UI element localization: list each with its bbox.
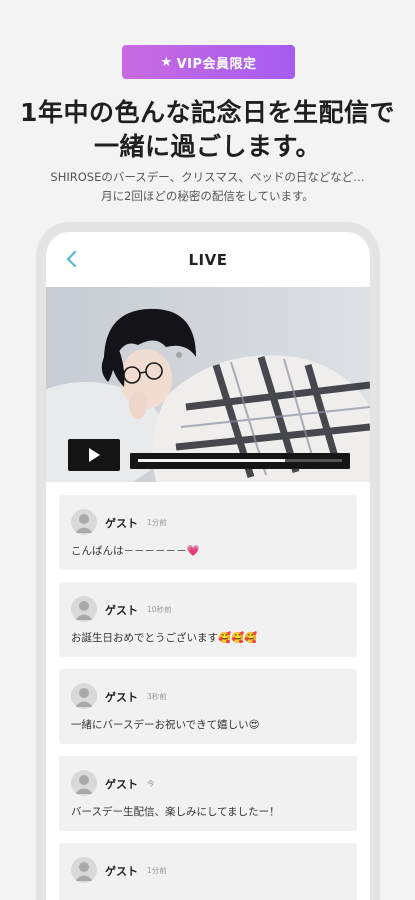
comment-time: 3秒前 [147,692,167,701]
comment-text: こんばんは－－－－－－💗 [71,545,200,557]
seek-bar[interactable] [130,453,350,469]
avatar [71,509,97,535]
headline-line-2: 一緒に過ごします。 [93,132,321,161]
comment-author: ゲスト [105,865,138,878]
headline: 1年中の色んな記念日を生配信で 一緒に過ごします。 [0,96,415,164]
comment-author: ゲスト [105,691,138,704]
seek-progress [138,459,285,462]
comment-item: ゲスト 1分前 こんばんは－－－－－－💗 [59,495,357,570]
comment-text: お誕生日おめでとうございます🥰🥰🥰 [71,632,258,644]
headline-line-1: 1年中の色んな記念日を生配信で [20,98,395,127]
play-icon [89,448,100,462]
comment-item: ゲスト 1分前 [59,843,357,900]
user-icon [75,688,93,707]
avatar [71,683,97,709]
vip-badge: ★ VIP会員限定 [122,45,295,79]
chevron-left-icon [66,250,77,268]
comment-item: ゲスト 10秒前 お誕生日おめでとうございます🥰🥰🥰 [59,582,357,657]
comment-time: 10秒前 [147,605,172,614]
app-title: LIVE [188,250,228,269]
comment-text: 一緒にバースデーお祝いできて嬉しい😍 [71,719,260,731]
comment-item: ゲスト 3秒前 一緒にバースデーお祝いできて嬉しい😍 [59,669,357,744]
seek-line [138,459,342,462]
comment-item: ゲスト 今 バースデー生配信、楽しみにしてましたー！ [59,756,357,831]
user-icon [75,601,93,620]
play-button[interactable] [68,439,120,471]
promo-screen: ★ VIP会員限定 1年中の色んな記念日を生配信で 一緒に過ごします。 SHIR… [0,0,415,900]
comment-author: ゲスト [105,517,138,530]
description: SHIROSEのバースデー、クリスマス、ベッドの日などなど… 月に2回ほどの秘密… [0,168,415,206]
user-icon [75,862,93,881]
avatar [71,596,97,622]
avatar [71,857,97,883]
star-icon: ★ [160,54,173,70]
avatar [71,770,97,796]
app-header: LIVE [46,232,370,287]
comment-author: ゲスト [105,778,138,791]
description-line-1: SHIROSEのバースデー、クリスマス、ベッドの日などなど… [50,170,365,184]
description-line-2: 月に2回ほどの秘密の配信をしています。 [101,189,314,203]
comment-time: 1分前 [147,518,167,527]
comment-author: ゲスト [105,604,138,617]
video-player[interactable] [46,287,370,482]
vip-badge-label: VIP会員限定 [176,56,257,72]
user-icon [75,775,93,794]
comment-list: ゲスト 1分前 こんばんは－－－－－－💗 ゲスト 10秒前 お誕生日おめでとうご… [46,482,370,900]
phone-mockup: LIVE ゲスト 1分前 こんばんは－－－－－－💗 ゲスト 10秒前 お誕生日お… [36,222,380,900]
comment-time: 1分前 [147,866,167,875]
comment-text: バースデー生配信、楽しみにしてましたー！ [71,806,280,818]
back-button[interactable] [60,248,82,270]
user-icon [75,514,93,533]
comment-time: 今 [147,779,155,788]
